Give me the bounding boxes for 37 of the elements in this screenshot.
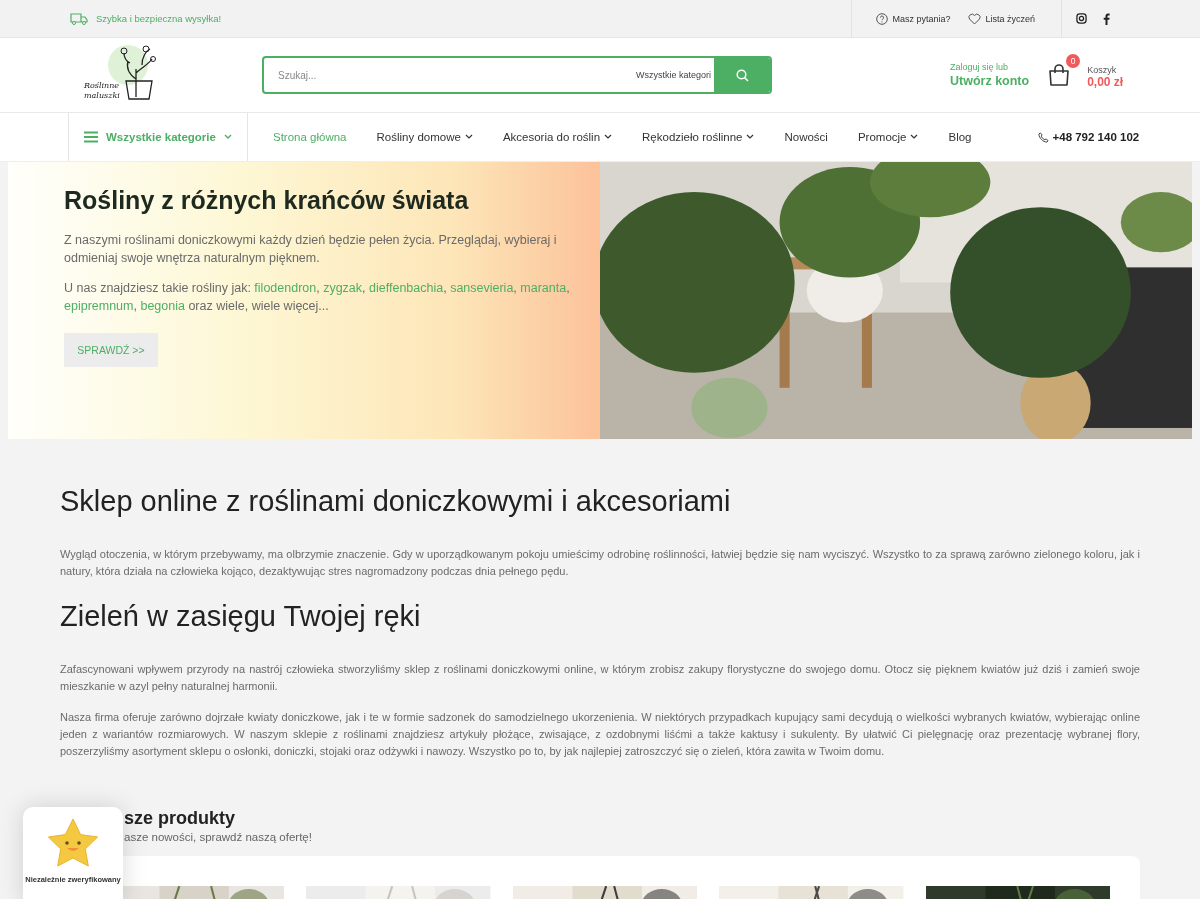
phone-icon: [1037, 131, 1049, 143]
products-subtitle: asze nowości, sprawdź naszą ofertę!: [124, 831, 313, 843]
section-heading: Sklep online z roślinami doniczkowymi i akcesoriami: [60, 485, 732, 518]
paragraph: Nasza firma oferuje zarówno dojrzałe kwiaty doniczkowe, jak i te w formie sadzonek do samodzielnego ukorzenienia. W niektórych przypadkach kupujący sami decydują o wielkości wybranych kwiatów, wybierając online jeden z wariantów rozmiarowych. W naszym sklepie z roślinami znajdziesz artykuły płożące, zwisające, z ozdobnymi liśćmi a także kaktusy i sukulenty. By ułatwić Ci pielęgnację oraz prezentację wybranej flory, poszerzyliśmy asortyment sklepu o osłonki, doniczki, stojaki oraz odżywki i nawozy. Wszystko po to, by jak najlepiej zatroszczyć się o zieleń, która zawita w Twoim domu.: [60, 710, 1140, 759]
nav-link[interactable]: Promocje: [857, 131, 919, 143]
questions-link[interactable]: Masz pytania?: [876, 12, 951, 25]
shipping-notice: Szybka i bezpieczna wysyłka!: [96, 13, 222, 24]
products-heading: sze produkty: [124, 808, 237, 829]
phone-number: +48 792 140 102: [1052, 131, 1140, 143]
cart-total: 0,00 zł: [1087, 75, 1124, 89]
category-select[interactable]: Wszystkie kategori: [635, 70, 714, 80]
hero-heading: Rośliny z różnych krańców świata: [64, 186, 470, 215]
menu-icon: [84, 131, 98, 143]
question-icon: [876, 12, 889, 25]
logo[interactable]: Roślinne maluszki: [84, 43, 164, 107]
section-heading: Zieleń w zasięgu Twojej ręki: [60, 600, 422, 633]
cart-count-badge: 0: [1066, 54, 1081, 68]
paragraph: Wygląd otoczenia, w którym przebywamy, ma olbrzymie znaczenie. Gdy w uporządkowanym pokoju umieścimy odrobinę roślinności, łatwiej będzie się nam wyciszyć. Wszystko to za sprawą zarówno zielonego koloru, jak i natury, która działa na człowieka kojąco, dezaktywując stres nagromadzony podczas dnia pełnego pędu.: [60, 547, 1140, 579]
chevron-icon: [223, 134, 232, 140]
search-icon: [735, 68, 749, 82]
paragraph: Zafascynowani wpływem przyrody na nastrój człowieka stworzyliśmy sklep z roślinami doniczkowymi online, w którym zrobisz zakupy florystyczne do swojego domu. Otocz się pięknem kwiatów już dziś i zamień swoje mieszkanie w azyl pełny naturalnej harmonii.: [60, 662, 1140, 694]
nav-link[interactable]: Rękodzieło roślinne: [642, 131, 755, 143]
search-field[interactable]: Szukaj... Wszystkie kategori: [262, 56, 772, 94]
truck-icon: [70, 12, 88, 25]
smiling-star-icon: [46, 817, 100, 869]
wishlist-link[interactable]: Lista życzeń: [968, 12, 1035, 25]
nav-link[interactable]: Rośliny domowe: [376, 131, 473, 143]
cart-label: Koszyk: [1087, 65, 1118, 75]
hero-text: Z naszymi roślinami doniczkowymi każdy dzień będzie pełen życia. Przeglądaj, wybieraj i odmieniaj swoje wnętrza naturalnym pięknem.: [64, 232, 558, 267]
nav-link[interactable]: Akcesoria do roślin: [502, 131, 613, 143]
shopping-bag-icon[interactable]: [1047, 63, 1072, 87]
plant-list-text: U nas znajdziesz takie rośliny jak: filodendron, zygzak, dieffenbachia, sansevieria, maranta, epipremnum, begonia oraz wiele, wiele więcej...: [64, 280, 571, 315]
heart-icon: [968, 12, 982, 25]
facebook-icon[interactable]: [1103, 12, 1110, 25]
nav-link[interactable]: Nowości: [784, 131, 828, 143]
nav-link[interactable]: Blog: [948, 131, 972, 143]
instagram-icon[interactable]: [1076, 13, 1087, 24]
